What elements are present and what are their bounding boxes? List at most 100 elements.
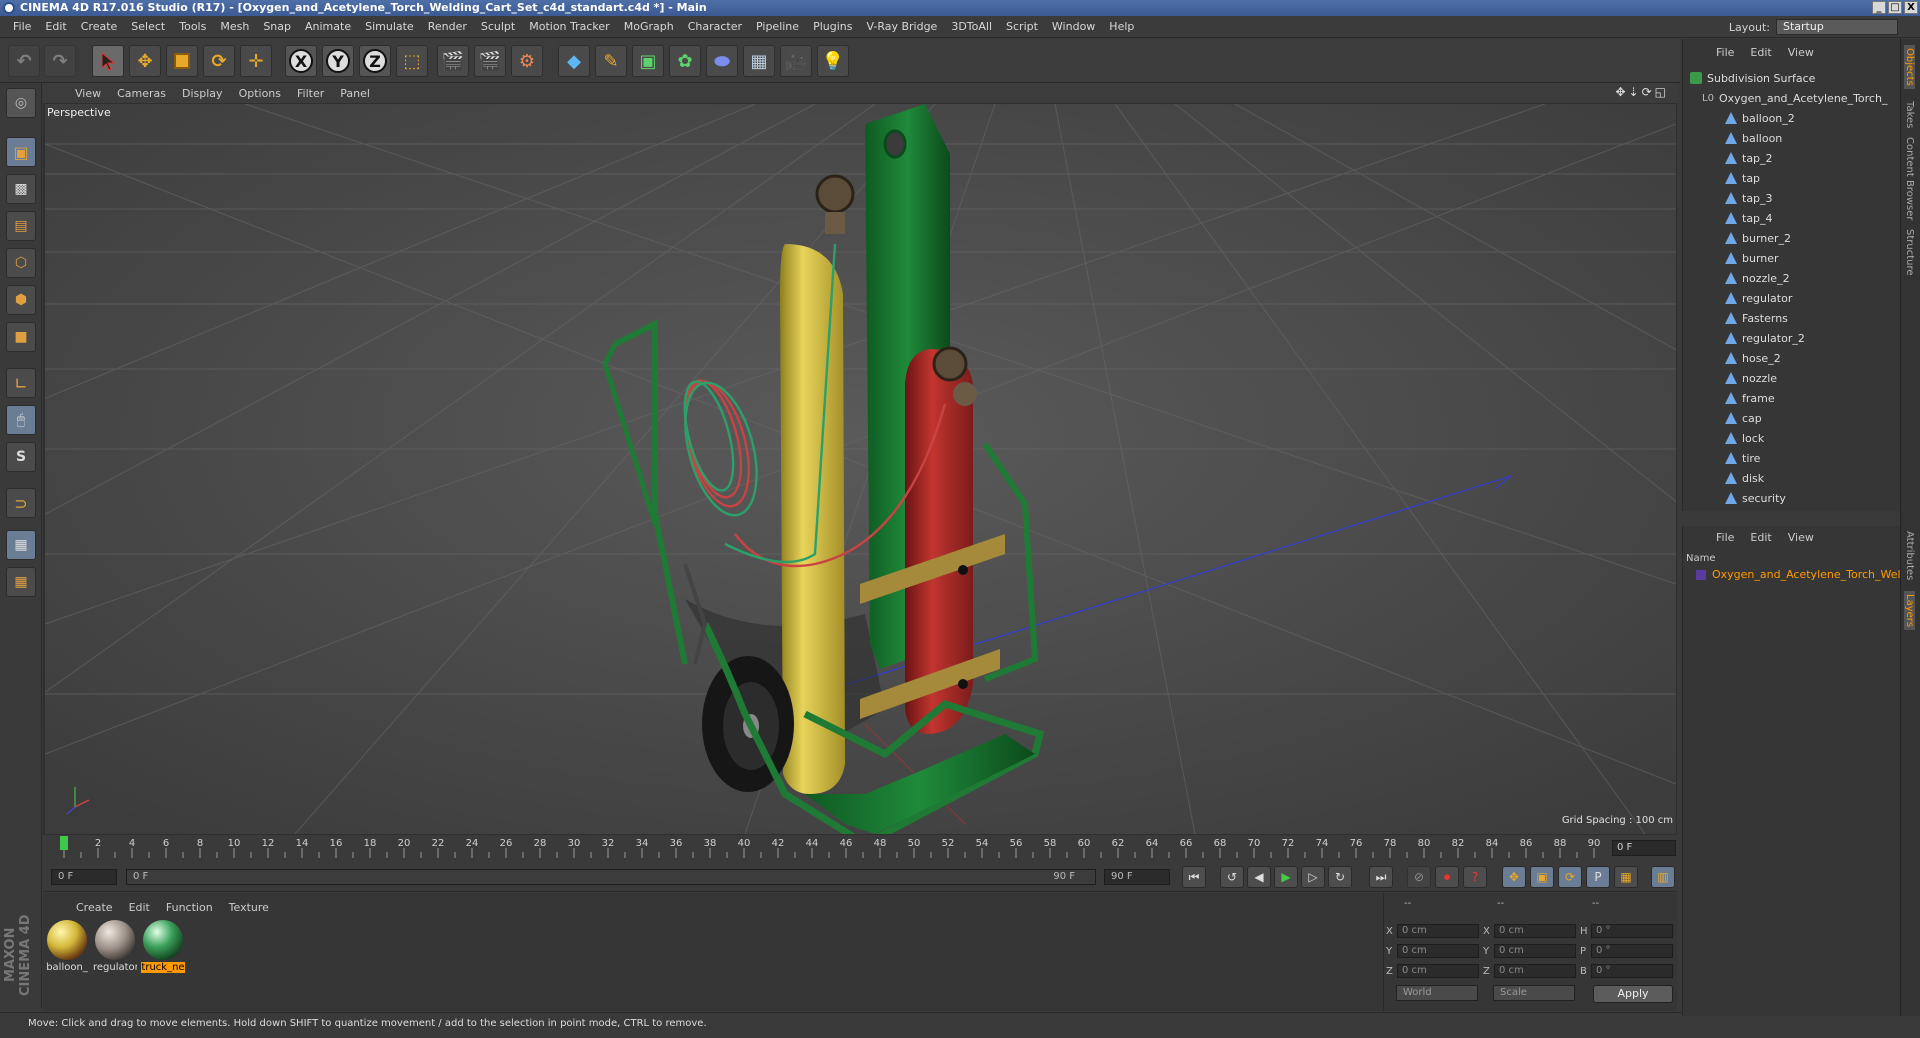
prev-key-icon[interactable]: ↺ bbox=[1220, 866, 1244, 888]
size-z-field[interactable]: 0 cm bbox=[1494, 964, 1576, 978]
rotation-b-field[interactable]: 0 ° bbox=[1591, 964, 1673, 978]
current-frame-field[interactable]: 0 F bbox=[1612, 840, 1676, 856]
layer-menu-edit[interactable]: Edit bbox=[1742, 531, 1779, 544]
rotate-tool-icon[interactable]: ⟳ bbox=[203, 45, 235, 77]
layer-menu-view[interactable]: View bbox=[1780, 531, 1822, 544]
size-x-field[interactable]: 0 cm bbox=[1494, 924, 1576, 938]
object-row[interactable]: tap_4 bbox=[1725, 209, 1773, 227]
goto-end-icon[interactable]: ⏭ bbox=[1369, 866, 1393, 888]
edges-mode-icon[interactable]: ⬢ bbox=[6, 285, 36, 315]
menu-snap[interactable]: Snap bbox=[256, 20, 298, 33]
tweak-mode-icon[interactable]: 🖱 bbox=[6, 405, 36, 435]
object-row[interactable]: hose_2 bbox=[1725, 349, 1781, 367]
x-axis-lock-button[interactable]: X bbox=[285, 45, 317, 77]
magnet-icon[interactable]: ⊃ bbox=[6, 488, 36, 518]
next-frame-icon[interactable]: ▷ bbox=[1301, 866, 1325, 888]
menu-mesh[interactable]: Mesh bbox=[213, 20, 256, 33]
timeline-ruler[interactable]: 0246810121416182022242628303234363840424… bbox=[54, 836, 1604, 860]
object-row[interactable]: Fasterns bbox=[1725, 309, 1788, 327]
apply-button[interactable]: Apply bbox=[1593, 985, 1673, 1003]
camera-icon[interactable]: 🎥 bbox=[780, 45, 812, 77]
menu-sculpt[interactable]: Sculpt bbox=[474, 20, 522, 33]
object-row[interactable]: security bbox=[1725, 489, 1786, 507]
tab-layers[interactable]: Layers bbox=[1904, 591, 1915, 631]
record-keys-icon[interactable]: ⊘ bbox=[1407, 866, 1431, 888]
menu-mograph[interactable]: MoGraph bbox=[617, 20, 681, 33]
spline-pen-icon[interactable]: ✎ bbox=[595, 45, 627, 77]
deformer-icon[interactable]: ⬬ bbox=[706, 45, 738, 77]
viewport-menu-filter[interactable]: Filter bbox=[289, 87, 332, 100]
range-slider[interactable]: 0 F 90 F bbox=[126, 869, 1096, 885]
axis-mode-icon[interactable]: ∟ bbox=[6, 368, 36, 398]
menu-3dtoall[interactable]: 3DToAll bbox=[944, 20, 999, 33]
menu-window[interactable]: Window bbox=[1045, 20, 1102, 33]
planar-workplane-icon[interactable]: ▦ bbox=[6, 567, 36, 597]
menu-file[interactable]: File bbox=[6, 20, 38, 33]
viewport-menu-view[interactable]: View bbox=[67, 87, 109, 100]
object-row[interactable]: burner bbox=[1725, 249, 1779, 267]
object-row[interactable]: tire bbox=[1725, 449, 1760, 467]
tab-content-browser[interactable]: Content Browser bbox=[1904, 137, 1915, 220]
next-key-icon[interactable]: ↻ bbox=[1328, 866, 1352, 888]
key-position-icon[interactable]: ✥ bbox=[1502, 866, 1526, 888]
menu-select[interactable]: Select bbox=[124, 20, 172, 33]
autokey-icon[interactable]: ⏺ bbox=[1435, 866, 1459, 888]
cube-primitive-icon[interactable]: ◆ bbox=[558, 45, 590, 77]
rotation-p-field[interactable]: 0 ° bbox=[1591, 944, 1673, 958]
playhead[interactable] bbox=[60, 836, 68, 850]
key-scale-icon[interactable]: ▣ bbox=[1530, 866, 1554, 888]
y-axis-lock-button[interactable]: Y bbox=[322, 45, 354, 77]
menu-script[interactable]: Script bbox=[999, 20, 1045, 33]
menu-create[interactable]: Create bbox=[74, 20, 125, 33]
object-row[interactable]: burner_2 bbox=[1725, 229, 1791, 247]
layer-menu-file[interactable]: File bbox=[1708, 531, 1742, 544]
lock-workplane-icon[interactable]: ▦ bbox=[6, 530, 36, 560]
z-axis-lock-button[interactable]: Z bbox=[359, 45, 391, 77]
object-menu-file[interactable]: File bbox=[1708, 46, 1742, 59]
close-button[interactable]: X bbox=[1904, 1, 1918, 14]
position-z-field[interactable]: 0 cm bbox=[1397, 964, 1479, 978]
menu-render[interactable]: Render bbox=[421, 20, 474, 33]
undo-icon[interactable]: ↶ bbox=[8, 45, 40, 77]
menu-motion-tracker[interactable]: Motion Tracker bbox=[522, 20, 616, 33]
menu-help[interactable]: Help bbox=[1102, 20, 1141, 33]
snap-icon[interactable]: S bbox=[6, 442, 36, 472]
rotation-h-field[interactable]: 0 ° bbox=[1591, 924, 1673, 938]
object-row[interactable]: cap bbox=[1725, 409, 1762, 427]
transform-tool-icon[interactable]: ✛ bbox=[240, 45, 272, 77]
move-tool-icon[interactable]: ✥ bbox=[129, 45, 161, 77]
workplane-mode-icon[interactable]: ▤ bbox=[6, 211, 36, 241]
position-x-field[interactable]: 0 cm bbox=[1397, 924, 1479, 938]
object-row[interactable]: frame bbox=[1725, 389, 1775, 407]
menu-tools[interactable]: Tools bbox=[172, 20, 213, 33]
prev-frame-icon[interactable]: ◀ bbox=[1247, 866, 1271, 888]
texture-mode-icon[interactable]: ▩ bbox=[6, 174, 36, 204]
object-row[interactable]: nozzle bbox=[1725, 369, 1777, 387]
scale-tool-icon[interactable] bbox=[166, 45, 198, 77]
menu-plugins[interactable]: Plugins bbox=[806, 20, 859, 33]
key-rotation-icon[interactable]: ⟳ bbox=[1558, 866, 1582, 888]
keyframe-selection-icon[interactable]: ? bbox=[1463, 866, 1487, 888]
viewport-menu-cameras[interactable]: Cameras bbox=[109, 87, 174, 100]
viewport-menu-options[interactable]: Options bbox=[231, 87, 289, 100]
object-row[interactable]: tap bbox=[1725, 169, 1760, 187]
cloner-icon[interactable]: ✿ bbox=[669, 45, 701, 77]
size-mode-dropdown[interactable]: Scale bbox=[1493, 985, 1575, 1001]
render-picture-viewer-icon[interactable]: 🎬 bbox=[474, 45, 506, 77]
make-editable-icon[interactable]: ◎ bbox=[6, 88, 36, 118]
tab-objects[interactable]: Objects bbox=[1904, 45, 1915, 89]
viewport-navigation-icons[interactable]: ✥⇣⟳◱ bbox=[1615, 85, 1669, 99]
object-row[interactable]: balloon bbox=[1725, 129, 1782, 147]
viewport-menu-panel[interactable]: Panel bbox=[332, 87, 378, 100]
object-row-subdivision[interactable]: Subdivision Surface bbox=[1690, 69, 1815, 87]
viewport-menu-display[interactable]: Display bbox=[174, 87, 231, 100]
tab-structure[interactable]: Structure bbox=[1904, 229, 1915, 276]
goto-start-icon[interactable]: ⏮ bbox=[1182, 866, 1206, 888]
object-row[interactable]: tap_3 bbox=[1725, 189, 1773, 207]
end-frame-field[interactable]: 90 F bbox=[1104, 869, 1170, 885]
key-param-icon[interactable]: P bbox=[1586, 866, 1610, 888]
object-row[interactable]: tap_2 bbox=[1725, 149, 1773, 167]
coordinate-system-icon[interactable]: ⬚ bbox=[396, 45, 428, 77]
object-row[interactable]: regulator_2 bbox=[1725, 329, 1805, 347]
material-menu-edit[interactable]: Edit bbox=[121, 901, 158, 914]
